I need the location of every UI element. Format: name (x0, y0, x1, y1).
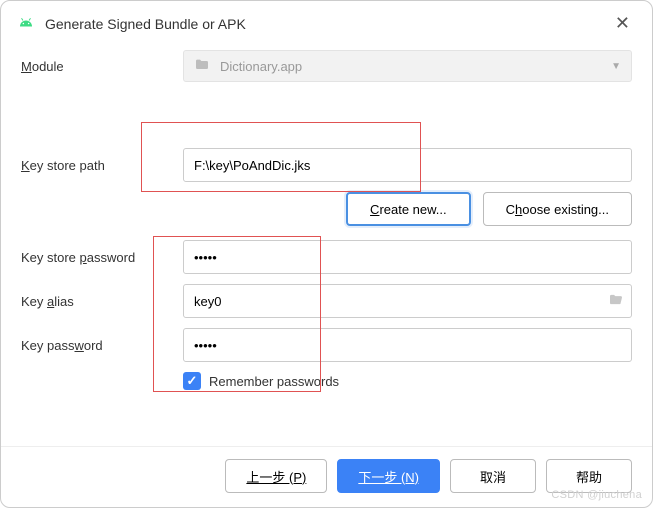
key-password-label: Key password (21, 338, 183, 353)
remember-passwords-checkbox[interactable]: ✓ (183, 372, 201, 390)
folder-icon (194, 57, 212, 76)
folder-open-icon[interactable] (608, 292, 624, 311)
remember-passwords-label: Remember passwords (209, 374, 339, 389)
previous-button[interactable]: 上一步 (P) (225, 459, 327, 493)
help-button[interactable]: 帮助 (546, 459, 632, 493)
create-new-button[interactable]: Create new... (346, 192, 471, 226)
next-button[interactable]: 下一步 (N) (337, 459, 440, 493)
key-password-input[interactable] (183, 328, 632, 362)
close-icon[interactable]: ✕ (609, 11, 636, 36)
keystore-path-input[interactable] (183, 148, 632, 182)
window-title: Generate Signed Bundle or APK (45, 16, 599, 32)
keystore-password-label: Key store password (21, 250, 183, 265)
module-value: Dictionary.app (220, 59, 302, 74)
watermark-text: CSDN @jiuchena (551, 489, 642, 501)
key-alias-label: Key alias (21, 294, 183, 309)
keystore-password-input[interactable] (183, 240, 632, 274)
cancel-button[interactable]: 取消 (450, 459, 536, 493)
chevron-down-icon: ▼ (611, 61, 621, 72)
module-label: Module (21, 59, 183, 74)
key-alias-input[interactable] (183, 284, 632, 318)
android-icon (17, 16, 35, 31)
module-select[interactable]: Dictionary.app ▼ (183, 50, 632, 82)
keystore-path-label: Key store path (21, 158, 183, 173)
choose-existing-button[interactable]: Choose existing... (483, 192, 632, 226)
